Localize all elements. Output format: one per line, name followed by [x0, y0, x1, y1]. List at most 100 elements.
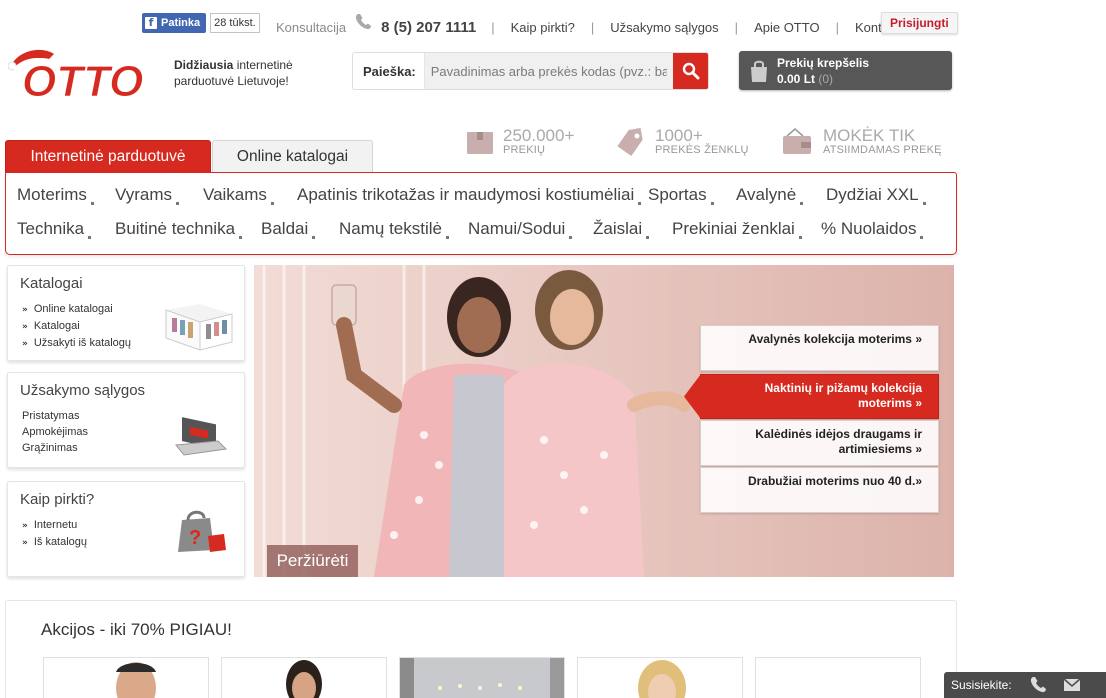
tagline-text-2: parduotuvė Lietuvoje! — [174, 74, 289, 88]
category-discounts[interactable]: % Nuolaidos — [821, 219, 923, 239]
phone-number[interactable]: 8 (5) 207 1111 — [381, 19, 476, 36]
cart-count: (0) — [818, 71, 834, 86]
category-plus-sizes[interactable]: Dydžiai XXL — [826, 185, 926, 205]
category-home-garden[interactable]: Namui/Sodui — [468, 219, 572, 239]
search-input[interactable] — [424, 53, 673, 89]
otto-logo-graphic: OTTO — [7, 49, 144, 107]
toplink-about[interactable]: Apie OTTO — [754, 20, 820, 35]
search-label: Paieška: — [353, 53, 425, 89]
login-button[interactable]: Prisijungti — [881, 12, 958, 34]
promo-section: Akcijos - iki 70% PIGIAU! — [5, 600, 957, 698]
tagline: Didžiausia internetinė parduotuvė Lietuv… — [174, 57, 293, 89]
category-brands[interactable]: Prekiniai ženklai — [672, 219, 802, 239]
mail-icon[interactable] — [1063, 678, 1081, 692]
phone-icon — [356, 14, 372, 30]
usp-brands-big: 1000+ — [655, 125, 703, 145]
usp-brands: 1000+ PREKĖS ŽENKLŲ — [613, 126, 749, 156]
category-women[interactable]: Moterims — [17, 185, 94, 205]
promo-title: Akcijos - iki 70% PIGIAU! — [41, 620, 232, 639]
double-chevron-icon: » — [22, 305, 28, 315]
category-nav: Moterims Vyrams Vaikams Apatinis trikota… — [5, 172, 957, 255]
tab-online-catalogs[interactable]: Online katalogai — [212, 140, 373, 173]
facebook-like-count: 28 tūkst. — [210, 12, 260, 33]
hero-link-sleepwear[interactable]: Naktinių ir pižamų kolekcija moterims » — [700, 374, 939, 419]
double-chevron-icon: » — [22, 538, 28, 548]
usp-pay-on-delivery: MOKĖK TIK ATSIIMDAMAS PREKĘ — [781, 126, 942, 156]
sidebox-order-terms-title[interactable]: Užsakymo sąlygos — [20, 382, 145, 399]
facebook-like-label: Patinka — [161, 16, 201, 29]
laptop-image — [175, 417, 228, 456]
facebook-like-button[interactable]: f Patinka — [142, 12, 207, 33]
double-chevron-icon: » — [22, 322, 28, 332]
usp-brands-small: PREKĖS ŽENKLŲ — [655, 143, 749, 156]
list-item[interactable]: » Užsakyti iš katalogų — [22, 335, 131, 352]
sidebox-order-terms: Užsakymo sąlygos Pristatymas Apmokėjimas… — [7, 372, 245, 468]
category-sports[interactable]: Sportas — [648, 185, 714, 205]
toplink-order-terms[interactable]: Užsakymo sąlygos — [610, 20, 718, 35]
usp-pay-small: ATSIIMDAMAS PREKĘ — [823, 143, 942, 156]
wallet-icon — [783, 128, 811, 154]
promo-card[interactable] — [755, 657, 921, 698]
promo-card[interactable] — [43, 657, 209, 698]
hero-link-christmas[interactable]: Kalėdinės idėjos draugams ir artimiesiem… — [700, 420, 939, 466]
list-item[interactable]: » Iš katalogų — [22, 534, 87, 551]
sidebox-how-to-buy: Kaip pirkti? » Internetu » Iš katalogų ? — [7, 481, 245, 577]
phone-icon[interactable] — [1029, 676, 1049, 694]
divider: | — [734, 19, 739, 35]
contact-bar: Susisiekite: — [944, 672, 1106, 698]
promo-card[interactable] — [399, 657, 565, 698]
list-item[interactable]: » Online katalogai — [22, 301, 131, 318]
list-item[interactable]: Pristatymas — [22, 408, 88, 424]
list-item[interactable]: » Internetu — [22, 517, 87, 534]
category-kids[interactable]: Vaikams — [203, 185, 274, 205]
product-image — [400, 658, 564, 698]
usp-products: 250.000+ PREKIŲ — [465, 126, 574, 156]
usp-products-big: 250.000+ — [503, 125, 575, 145]
contact-bar-label: Susisiekite: — [951, 678, 1012, 692]
hero-link-women-clothing[interactable]: Drabužiai moterims nuo 40 d.» — [700, 467, 939, 513]
double-chevron-icon: » — [22, 339, 28, 349]
facebook-like[interactable]: f Patinka 28 tūkst. — [142, 12, 260, 33]
list-item[interactable]: » Katalogai — [22, 318, 131, 335]
shopping-bag-icon — [751, 60, 767, 82]
promo-card[interactable] — [221, 657, 387, 698]
search-button[interactable] — [673, 53, 708, 89]
consultation-label: Konsultacija — [276, 19, 347, 35]
search-icon — [682, 62, 699, 80]
category-home-textile[interactable]: Namų tekstilė — [339, 219, 449, 239]
cart-title: Prekių krepšelis — [777, 55, 870, 70]
category-men[interactable]: Vyrams — [115, 185, 179, 205]
category-lingerie-swimwear[interactable]: Apatinis trikotažas ir maudymosi kostium… — [297, 185, 641, 205]
search-bar: Paieška: — [352, 52, 709, 90]
top-utility-bar: Konsultacija 8 (5) 207 1111 | Kaip pirkt… — [276, 12, 925, 42]
category-electronics[interactable]: Technika — [17, 219, 91, 239]
toplink-how-to-buy[interactable]: Kaip pirkti? — [511, 20, 575, 35]
category-furniture[interactable]: Baldai — [261, 219, 315, 239]
otto-logo[interactable]: OTTO — [7, 46, 150, 107]
product-image — [116, 662, 156, 698]
tab-online-store[interactable]: Internetinė parduotuvė — [5, 140, 211, 173]
category-toys[interactable]: Žaislai — [593, 219, 649, 239]
catalog-magazine-image — [165, 304, 233, 351]
shopping-bag-question-image: ? — [178, 510, 226, 552]
sidebox-catalogs: Katalogai » Online katalogai » Katalogai »… — [7, 265, 245, 361]
box-icon — [467, 132, 493, 154]
hero-banner[interactable]: Avalynės kolekcija moterims » Naktinių i… — [254, 265, 954, 577]
category-footwear[interactable]: Avalynė — [736, 185, 803, 205]
usp-products-small: PREKIŲ — [503, 143, 546, 156]
sidebox-catalogs-title[interactable]: Katalogai — [20, 275, 83, 292]
product-image — [286, 660, 322, 698]
view-button[interactable]: Peržiūrėti — [267, 545, 358, 577]
list-item[interactable]: Grąžinimas — [22, 440, 88, 456]
hero-link-footwear[interactable]: Avalynės kolekcija moterims » — [700, 325, 939, 371]
sidebox-how-to-buy-title[interactable]: Kaip pirkti? — [20, 491, 94, 508]
svg-text:?: ? — [189, 527, 201, 549]
category-appliances[interactable]: Buitinė technika — [115, 219, 242, 239]
double-chevron-icon: » — [22, 521, 28, 531]
promo-card[interactable] — [577, 657, 743, 698]
divider: | — [590, 19, 595, 35]
cart-button[interactable]: Prekių krepšelis 0.00 Lt (0) — [739, 51, 952, 90]
product-image — [638, 660, 686, 698]
usp-pay-big: MOKĖK TIK — [823, 125, 916, 145]
list-item[interactable]: Apmokėjimas — [22, 424, 88, 440]
